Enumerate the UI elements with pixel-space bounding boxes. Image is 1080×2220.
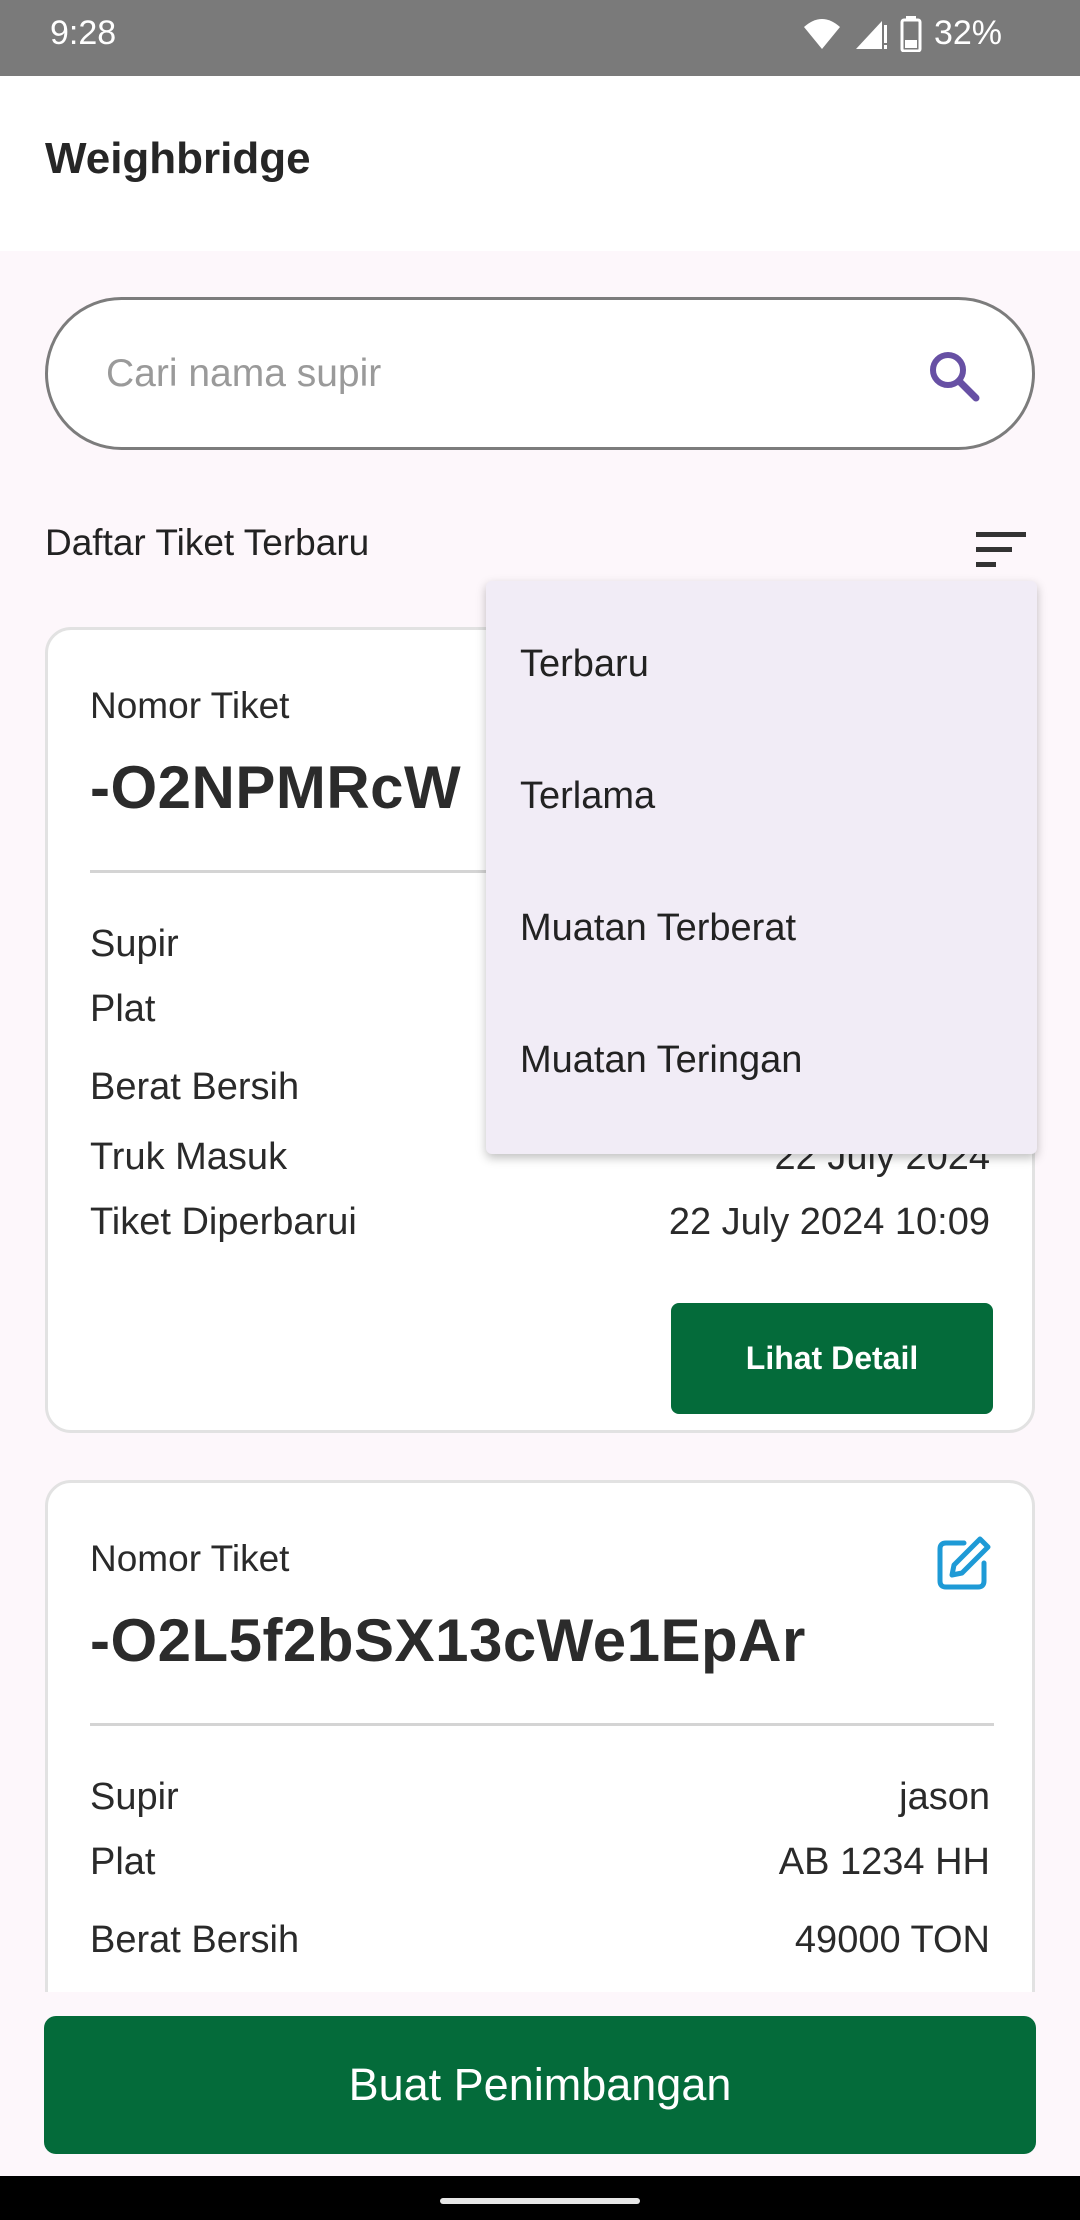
sort-menu: Terbaru Terlama Muatan Terberat Muatan T…	[486, 581, 1037, 1154]
divider	[90, 1723, 994, 1726]
driver-label: Supir	[90, 923, 179, 965]
menu-item-oldest[interactable]: Terlama	[520, 775, 655, 818]
updated-value: 22 July 2024 10:09	[668, 1201, 990, 1243]
search-bar[interactable]	[45, 297, 1035, 450]
list-title: Daftar Tiket Terbaru	[45, 522, 370, 563]
net-weight-label: Berat Bersih	[90, 1919, 300, 1961]
truck-in-label: Truk Masuk	[90, 1136, 288, 1178]
menu-item-heaviest[interactable]: Muatan Terberat	[520, 907, 796, 950]
ticket-number-label: Nomor Tiket	[90, 685, 290, 726]
ticket-number: -O2NPMRcW	[90, 754, 462, 821]
driver-label: Supir	[90, 1776, 179, 1818]
ticket-card: Nomor Tiket -O2L5f2bSX13cWe1EpAr Supir j…	[45, 1480, 1035, 2040]
signal-icon	[854, 17, 888, 51]
sort-icon[interactable]	[974, 530, 1028, 575]
net-weight-label: Berat Bersih	[90, 1066, 300, 1108]
ticket-number-label: Nomor Tiket	[90, 1538, 290, 1579]
home-indicator[interactable]	[440, 2198, 640, 2204]
search-input[interactable]	[106, 347, 886, 401]
create-weighing-button[interactable]: Buat Penimbangan	[44, 2016, 1036, 2154]
status-bar: 9:28 32%	[0, 0, 1080, 76]
status-icons: 32%	[802, 14, 1002, 53]
driver-value: jason	[899, 1776, 990, 1818]
edit-icon[interactable]	[936, 1535, 992, 1596]
menu-item-newest[interactable]: Terbaru	[520, 643, 649, 686]
menu-item-lightest[interactable]: Muatan Teringan	[520, 1039, 802, 1082]
navigation-bar	[0, 2176, 1080, 2220]
app-bar: Weighbridge	[0, 76, 1080, 251]
updated-label: Tiket Diperbarui	[90, 1201, 357, 1243]
plate-value: AB 1234 HH	[778, 1841, 990, 1883]
net-weight-value: 49000 TON	[794, 1919, 990, 1961]
view-detail-button[interactable]: Lihat Detail	[671, 1303, 993, 1414]
ticket-number: -O2L5f2bSX13cWe1EpAr	[90, 1607, 806, 1674]
battery-percent: 32%	[933, 14, 1002, 52]
plate-label: Plat	[90, 1841, 156, 1883]
plate-label: Plat	[90, 988, 156, 1030]
search-icon[interactable]	[926, 348, 982, 409]
status-time: 9:28	[50, 14, 117, 52]
wifi-icon	[802, 17, 842, 51]
battery-icon	[900, 15, 922, 52]
page-title: Weighbridge	[45, 134, 311, 183]
